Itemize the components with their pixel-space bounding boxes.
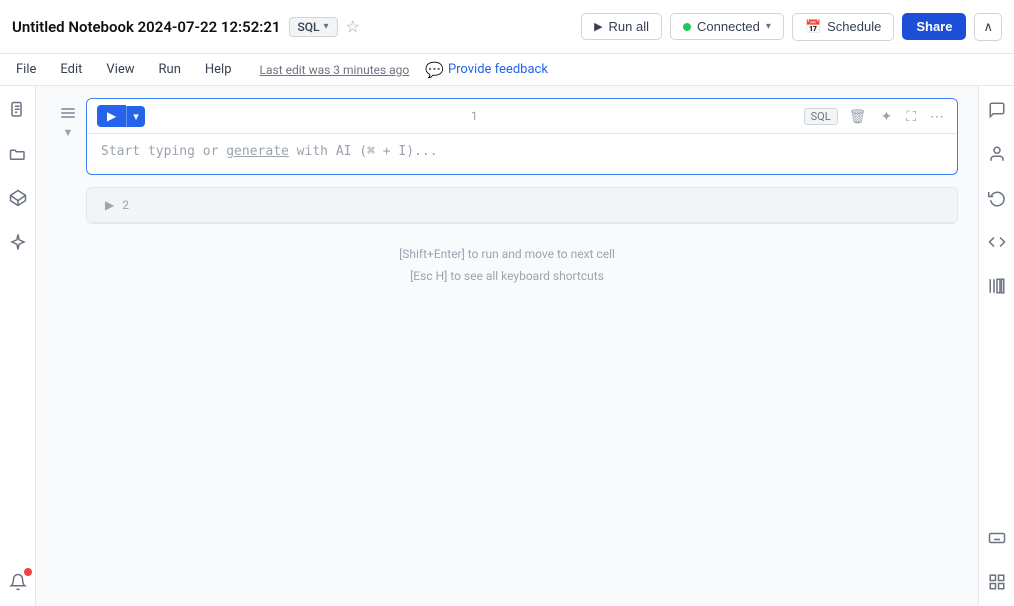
play-icon: ▶ [594,20,602,33]
cell-1-type-badge: SQL [804,108,838,125]
main-layout: ▼ ▶ ▾ 1 SQL 🗑 ✦ [0,86,1014,606]
notebook-title: Untitled Notebook 2024-07-22 12:52:21 [12,18,281,36]
cell-1-number: 1 [471,109,478,123]
collapse-icon: ∧ [983,19,993,34]
drag-handle-1[interactable] [61,108,75,118]
right-sidebar-bottom [985,526,1009,594]
right-sidebar-icon-grid[interactable] [985,570,1009,594]
right-sidebar-icon-library[interactable] [985,274,1009,298]
connection-button[interactable]: Connected ▾ [670,13,784,40]
cell-1-run-button[interactable]: ▶ [97,105,126,127]
connected-label: Connected [697,19,760,34]
share-label: Share [916,19,952,34]
provide-feedback-link[interactable]: 💬 Provide feedback [425,61,548,79]
favorite-icon[interactable]: ☆ [346,17,360,36]
last-edit-text[interactable]: Last edit was 3 minutes ago [260,63,410,77]
cell-2-number: 2 [122,198,129,212]
top-bar-left: Untitled Notebook 2024-07-22 12:52:21 SQ… [12,17,360,37]
cell-1-body[interactable]: Start typing or generate with AI (⌘ + I)… [87,134,957,174]
menu-help[interactable]: Help [201,60,236,79]
right-sidebar [978,86,1014,606]
cell-1-play-icon: ▶ [107,109,116,123]
cell-2-run-button[interactable]: ▶ [97,194,122,216]
menu-bar: File Edit View Run Help Last edit was 3 … [0,54,1014,86]
cell-gutter-2 [56,187,80,224]
cell-1-delete-button[interactable]: 🗑 [846,106,870,127]
notification-dot [24,568,32,576]
schedule-label: Schedule [827,19,881,34]
schedule-button[interactable]: 📅 Schedule [792,13,894,41]
run-all-button[interactable]: ▶ Run all [581,13,662,40]
cell-1-placeholder-start: Start typing or [101,144,226,159]
connected-chevron-icon: ▾ [766,21,771,32]
sidebar-icon-package[interactable] [6,186,30,210]
top-bar: Untitled Notebook 2024-07-22 12:52:21 SQ… [0,0,1014,54]
right-sidebar-icon-chat[interactable] [985,98,1009,122]
sidebar-icon-sparkle[interactable] [6,230,30,254]
cell-1-header: ▶ ▾ 1 SQL 🗑 ✦ ⛶ ⋯ [87,99,957,134]
cell-wrapper-2: ▶ 2 [56,187,958,224]
sidebar-bottom [6,570,30,594]
sql-chevron-icon: ▾ [324,21,329,32]
menu-view[interactable]: View [102,60,138,79]
hints-section: [Shift+Enter] to run and move to next ce… [56,244,958,287]
sidebar-icon-document[interactable] [6,98,30,122]
sidebar-icon-folder[interactable] [6,142,30,166]
sql-label: SQL [298,20,320,34]
right-sidebar-icon-code[interactable] [985,230,1009,254]
run-all-label: Run all [609,19,649,34]
cell-1-header-right: SQL 🗑 ✦ ⛶ ⋯ [804,106,947,127]
connected-dot-icon [683,23,691,31]
hint-line-2: [Esc H] to see all keyboard shortcuts [56,266,958,288]
cell-1-more-button[interactable]: ⋯ [927,106,947,127]
cell-1-run-dropdown[interactable]: ▾ [126,106,145,127]
notebook-content: ▼ ▶ ▾ 1 SQL 🗑 ✦ [36,86,978,606]
cell-2: ▶ 2 [86,187,958,224]
cell-1-expand-button[interactable]: ⛶ [903,106,919,127]
left-sidebar [0,86,36,606]
cell-collapse-arrow-1[interactable]: ▼ [63,126,74,139]
menu-run[interactable]: Run [155,60,185,79]
cell-wrapper-1: ▼ ▶ ▾ 1 SQL 🗑 ✦ [56,98,958,175]
calendar-icon: 📅 [805,19,821,35]
right-sidebar-icon-keyboard[interactable] [985,526,1009,550]
cell-gutter-1: ▼ [56,98,80,175]
hint-line-1: [Shift+Enter] to run and move to next ce… [56,244,958,266]
right-sidebar-icon-person[interactable] [985,142,1009,166]
cell-1: ▶ ▾ 1 SQL 🗑 ✦ ⛶ ⋯ [86,98,958,175]
cell-2-header: ▶ 2 [87,188,957,223]
cell-1-generate-link[interactable]: generate [226,144,289,159]
sidebar-icon-notification[interactable] [6,570,30,594]
cell-1-dropdown-chevron-icon: ▾ [133,111,139,123]
share-button[interactable]: Share [902,13,966,40]
cell-1-run-group: ▶ ▾ [97,105,145,127]
menu-file[interactable]: File [12,60,40,79]
cell-1-placeholder-end: with AI (⌘ + I)... [289,144,438,159]
right-sidebar-icon-history[interactable] [985,186,1009,210]
top-bar-right: ▶ Run all Connected ▾ 📅 Schedule Share ∧ [581,13,1002,41]
cell-1-magic-button[interactable]: ✦ [877,106,895,127]
feedback-bubble-icon: 💬 [425,61,444,79]
sql-type-button[interactable]: SQL ▾ [289,17,338,37]
collapse-panel-button[interactable]: ∧ [974,13,1002,41]
provide-feedback-label: Provide feedback [448,62,548,77]
menu-edit[interactable]: Edit [56,60,86,79]
